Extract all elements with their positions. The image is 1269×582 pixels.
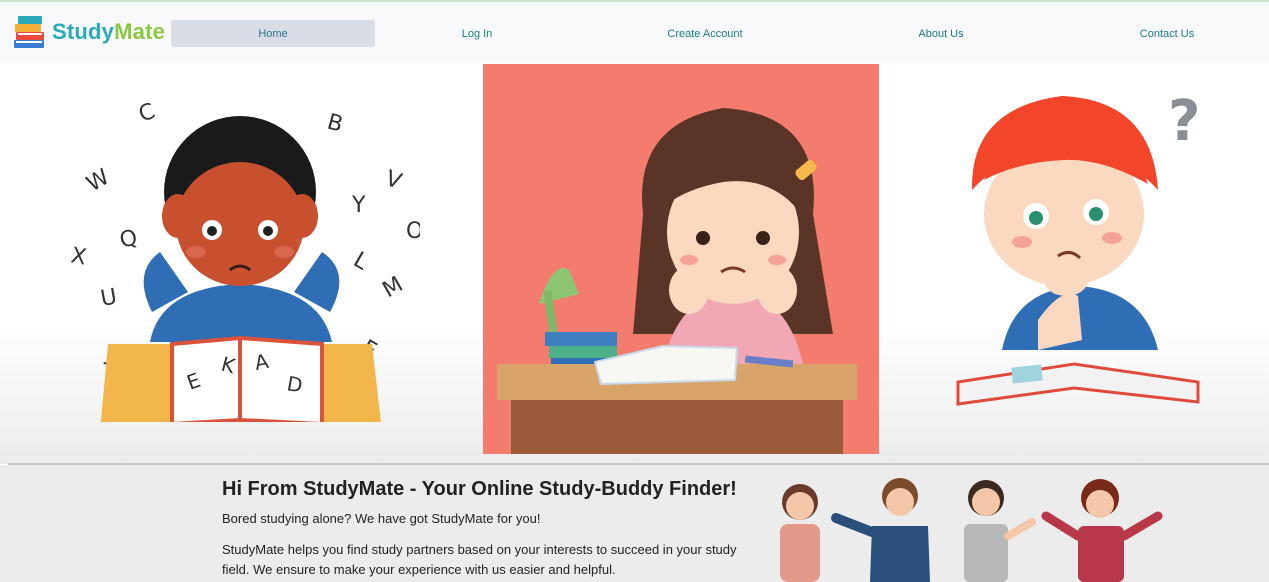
students-group-illustration [780,478,1163,582]
letter-o: O [406,219,420,244]
letter-b: B [324,110,345,138]
letter-x: X [69,243,88,270]
navbar: StudyMate Home Log In Create Account Abo… [0,0,1269,62]
thinking-boy-book-illustration: ? [956,89,1200,406]
brand-name-part2: Mate [114,19,166,44]
question-mark: ? [1168,89,1200,154]
intro-description: StudyMate helps you find study partners … [222,542,737,577]
confused-boy-letters-illustration: C B W V Y Q L O X U M F J I G R P [69,99,420,422]
letter-c: C [136,99,159,128]
brand-name: StudyMate [52,19,165,45]
books-stack-icon [12,12,48,52]
nav-about[interactable]: About Us [901,20,981,47]
intro-subtitle: Bored studying alone? We have got StudyM… [222,511,541,526]
brand-name-part1: Study [52,19,115,44]
worried-girl-desk-illustration [483,64,879,454]
nav-login[interactable]: Log In [437,20,517,47]
letter-v: V [382,166,405,195]
letter-l: L [349,248,373,276]
letter-q: Q [117,225,140,254]
hero-banner: C B W V Y Q L O X U M F J I G R P [0,62,1269,464]
intro-title: Hi From StudyMate - Your Online Study-Bu… [222,478,737,500]
letter-y: Y [351,193,366,218]
letter-m: M [379,272,408,303]
nav-contact[interactable]: Contact Us [1126,20,1208,47]
nav-home[interactable]: Home [171,20,375,47]
nav-create-account[interactable]: Create Account [645,20,765,47]
letter-w: W [83,165,115,198]
letter-u: U [99,284,119,311]
brand[interactable]: StudyMate [12,12,170,52]
